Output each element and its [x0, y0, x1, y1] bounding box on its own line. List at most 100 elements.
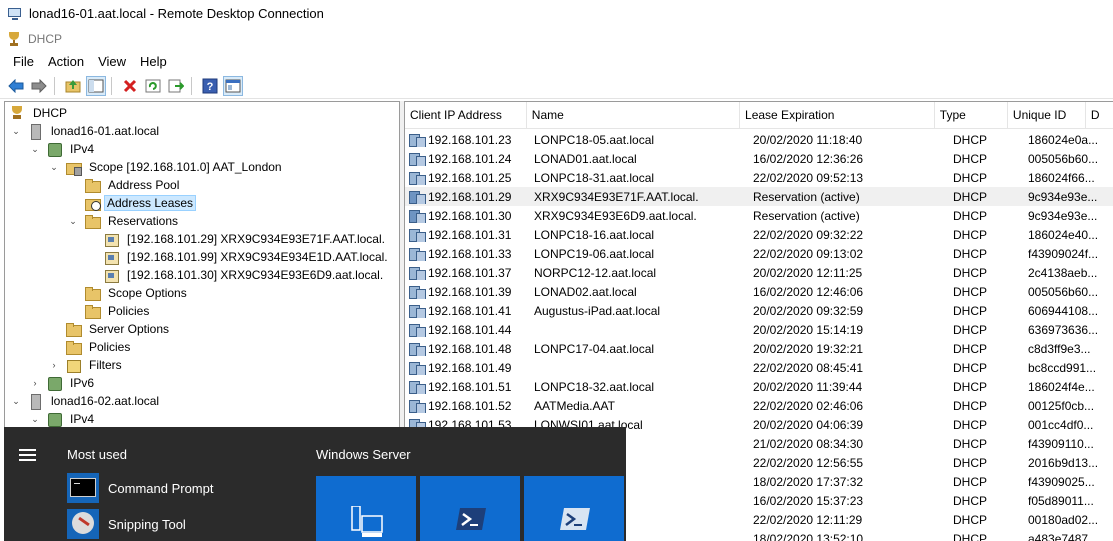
- client-ip-text: 192.168.101.29: [428, 189, 512, 204]
- server-icon: [27, 393, 43, 410]
- cell-unique-id: 001cc4df0...: [1028, 417, 1094, 432]
- menu-view[interactable]: View: [91, 54, 133, 69]
- tree-node-scope-policies[interactable]: Policies: [84, 302, 153, 320]
- tree-node-address-leases[interactable]: Address Leases: [84, 194, 197, 212]
- lease-icon: [409, 151, 426, 166]
- cell-name: LONPC19-06.aat.local: [534, 246, 655, 261]
- lease-icon: [409, 265, 426, 280]
- table-row[interactable]: 192.168.101.24 LONAD01.aat.local 16/02/202…: [405, 149, 1113, 168]
- column-header-client-ip[interactable]: Client IP Address: [405, 102, 527, 129]
- table-row[interactable]: 192.168.101.23 LONPC18-05.aat.local 20/02/…: [405, 130, 1113, 149]
- cell-type: DHCP: [953, 151, 988, 166]
- app-title: DHCP: [28, 32, 63, 46]
- help-icon[interactable]: ?: [200, 76, 220, 96]
- tree-node-ipv4-2[interactable]: ⌄ IPv4: [30, 410, 98, 428]
- column-header-description[interactable]: D: [1086, 102, 1113, 129]
- column-header-type[interactable]: Type: [935, 102, 1008, 129]
- tree-node-reservations[interactable]: ⌄ Reservations: [68, 212, 182, 230]
- table-row[interactable]: 192.168.101.25 LONPC18-31.aat.local 22/02/…: [405, 168, 1113, 187]
- show-hide-tree-icon[interactable]: [86, 75, 106, 96]
- cell-unique-id: 005056b60...: [1028, 151, 1099, 166]
- hamburger-menu-icon[interactable]: [19, 449, 36, 461]
- tile-server-manager[interactable]: [316, 476, 416, 541]
- tree-node-scope[interactable]: ⌄ Scope [192.168.101.0] AAT_London: [49, 158, 286, 176]
- tree-node-reservation[interactable]: [192.168.101.30] XRX9C934E93E6D9.aat.loc…: [103, 266, 387, 284]
- table-row[interactable]: 192.168.101.39 LONAD02.aat.local 16/02/202…: [405, 282, 1113, 301]
- back-arrow-icon[interactable]: [6, 76, 26, 96]
- tree-node-dhcp[interactable]: DHCP: [9, 104, 71, 122]
- collapse-chevron-icon[interactable]: ⌄: [68, 212, 78, 230]
- column-header-lease-expiration[interactable]: Lease Expiration: [740, 102, 935, 129]
- up-folder-icon[interactable]: [63, 76, 83, 96]
- tree-node-filters[interactable]: › Filters: [49, 356, 126, 374]
- menu-file[interactable]: File: [6, 54, 41, 69]
- cell-client-ip: 192.168.101.41: [405, 303, 530, 318]
- menu-help[interactable]: Help: [133, 54, 174, 69]
- filter-icon: [65, 357, 81, 373]
- table-row[interactable]: 192.168.101.51 LONPC18-32.aat.local 20/02/…: [405, 377, 1113, 396]
- expand-chevron-icon[interactable]: ›: [49, 356, 59, 374]
- table-row[interactable]: 192.168.101.37 NORPC12-12.aat.local 20/02/…: [405, 263, 1113, 282]
- cell-unique-id: bc8ccd991...: [1028, 360, 1097, 375]
- cell-lease-expiration: 16/02/2020 15:37:23: [753, 493, 864, 508]
- cell-name: LONAD01.aat.local: [534, 151, 637, 166]
- table-row[interactable]: 192.168.101.49 22/02/2020 08:45:41 DHCP bc8…: [405, 358, 1113, 377]
- export-list-icon[interactable]: [166, 76, 186, 96]
- expand-chevron-icon[interactable]: ›: [30, 374, 40, 392]
- menu-action[interactable]: Action: [41, 54, 91, 69]
- table-row[interactable]: 192.168.101.44 20/02/2020 15:14:19 DHCP 636…: [405, 320, 1113, 339]
- delete-icon[interactable]: [120, 76, 140, 96]
- table-row[interactable]: 192.168.101.29 XRX9C934E93E71F.AAT.local.…: [405, 187, 1113, 206]
- cell-lease-expiration: 18/02/2020 17:37:32: [753, 474, 864, 489]
- properties-icon[interactable]: [223, 75, 243, 96]
- tree-node-reservation[interactable]: [192.168.101.99] XRX9C934E934E1D.AAT.loc…: [103, 248, 392, 266]
- tree-node-ipv6[interactable]: › IPv6: [30, 374, 98, 392]
- cell-lease-expiration: 22/02/2020 09:32:22: [753, 227, 864, 242]
- remote-desktop-icon: [7, 6, 23, 22]
- tree-node-address-pool[interactable]: Address Pool: [84, 176, 183, 194]
- collapse-chevron-icon[interactable]: ⌄: [49, 158, 59, 176]
- client-ip-text: 192.168.101.31: [428, 227, 512, 242]
- collapse-chevron-icon[interactable]: ⌄: [11, 392, 21, 410]
- table-row[interactable]: 192.168.101.52 AATMedia.AAT 22/02/2020 02:…: [405, 396, 1113, 415]
- windows-server-heading: Windows Server: [316, 447, 411, 462]
- rdp-title-bar: lonad16-01.aat.local - Remote Desktop Co…: [0, 0, 1113, 27]
- cell-type: DHCP: [953, 493, 988, 508]
- cell-type: DHCP: [953, 246, 988, 261]
- start-item-snipping-tool[interactable]: Snipping Tool: [67, 507, 297, 541]
- refresh-icon[interactable]: [143, 76, 163, 96]
- collapse-chevron-icon[interactable]: ⌄: [30, 410, 40, 428]
- list-header: Client IP Address Name Lease Expiration …: [405, 102, 1113, 129]
- table-row[interactable]: 192.168.101.41 Augustus-iPad.aat.local 20/…: [405, 301, 1113, 320]
- table-row[interactable]: 192.168.101.30 XRX9C934E93E6D9.aat.local.…: [405, 206, 1113, 225]
- powershell-ise-icon: [560, 508, 590, 530]
- start-menu: Most used Command Prompt Snipping Tool W…: [4, 427, 626, 541]
- collapse-chevron-icon[interactable]: ⌄: [11, 122, 21, 140]
- cell-unique-id: 636973636...: [1028, 322, 1099, 337]
- collapse-chevron-icon[interactable]: ⌄: [30, 140, 40, 158]
- cell-lease-expiration: 18/02/2020 13:52:10: [753, 531, 864, 541]
- folder-icon: [65, 339, 82, 355]
- tile-powershell-ise[interactable]: [524, 476, 624, 541]
- table-row[interactable]: 192.168.101.31 LONPC18-16.aat.local 22/02/…: [405, 225, 1113, 244]
- lease-icon: [409, 322, 426, 337]
- toolbar: ?: [0, 73, 1113, 99]
- tree-node-server-options[interactable]: Server Options: [65, 320, 173, 338]
- start-item-command-prompt[interactable]: Command Prompt: [67, 471, 297, 505]
- cell-unique-id: c8d3ff9e3...: [1028, 341, 1091, 356]
- tree-node-ipv4[interactable]: ⌄ IPv4: [30, 140, 98, 158]
- tree-node-server2[interactable]: ⌄ lonad16-02.aat.local: [11, 392, 163, 410]
- cell-client-ip: 192.168.101.37: [405, 265, 530, 280]
- column-header-name[interactable]: Name: [527, 102, 741, 129]
- tree-node-scope-options[interactable]: Scope Options: [84, 284, 191, 302]
- tree-node-server1[interactable]: ⌄ lonad16-01.aat.local: [11, 122, 163, 140]
- tree-node-reservation[interactable]: [192.168.101.29] XRX9C934E93E71F.AAT.loc…: [103, 230, 389, 248]
- forward-arrow-icon[interactable]: [29, 76, 49, 96]
- cell-name: LONAD02.aat.local: [534, 284, 637, 299]
- tile-powershell[interactable]: [420, 476, 520, 541]
- table-row[interactable]: 192.168.101.48 LONPC17-04.aat.local 20/02/…: [405, 339, 1113, 358]
- cell-client-ip: 192.168.101.39: [405, 284, 530, 299]
- table-row[interactable]: 192.168.101.33 LONPC19-06.aat.local 22/02/…: [405, 244, 1113, 263]
- tree-node-policies[interactable]: Policies: [65, 338, 134, 356]
- column-header-unique-id[interactable]: Unique ID: [1008, 102, 1086, 129]
